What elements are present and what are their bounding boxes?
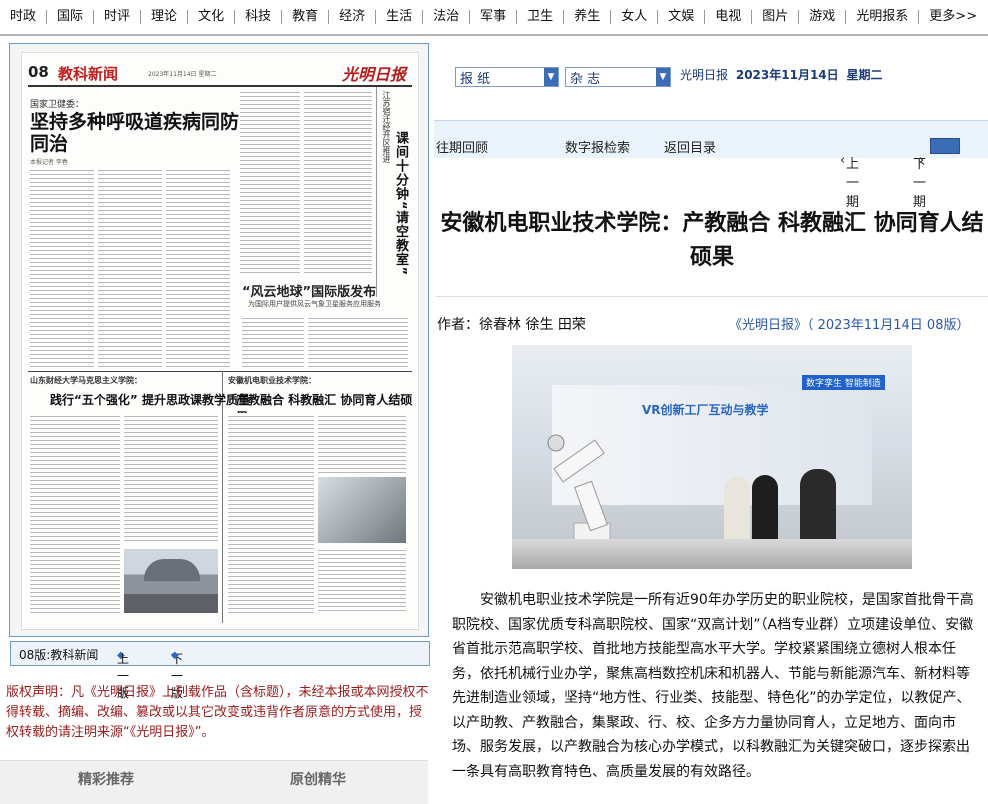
nav-item-lilun[interactable]: 理论 (141, 10, 189, 24)
chevron-down-icon: ▼ (544, 68, 558, 86)
nav-item-shizheng[interactable]: 时政 (0, 10, 48, 24)
paper-article3-kicker: 安徽机电职业技术学院： (228, 376, 316, 385)
paper-article2-headline[interactable]: 践行“五个强化” 提升思政课教学质量 (50, 391, 250, 408)
paper-date-line: 2023年11月14日 星期二 (148, 71, 217, 78)
paper-lead-headline[interactable]: 坚持多种呼吸道疾病同防同治 (30, 111, 240, 155)
article-author: 作者：徐春林 徐生 田荣 (437, 317, 586, 333)
article-body: 安徽机电职业技术学院是一所有近90年办学历史的职业院校，是国家首批骨干高职院校、… (452, 592, 974, 780)
paper-divider (28, 371, 412, 372)
nav-item-jingji[interactable]: 经济 (329, 10, 377, 24)
triangle-right-icon: ◆ (171, 650, 179, 661)
tab-original[interactable]: 原创精华 (290, 769, 346, 789)
paper-text-block[interactable] (242, 315, 304, 367)
paper-side-column[interactable]: 江苏宿迁经开区推进 课间十分钟“请空教室” (376, 87, 413, 297)
copyright-notice: 版权声明：凡《光明日报》上刊载作品（含标题），未经本报或本网授权不得转载、摘编、… (6, 685, 429, 740)
tab-featured[interactable]: 精彩推荐 (78, 769, 134, 789)
nav-item-shiping[interactable]: 时评 (94, 10, 142, 24)
paper-page-header: 08 教科新闻 2023年11月14日 星期二 光明日报 (28, 59, 412, 87)
nav-item-nvren[interactable]: 女人 (611, 10, 659, 24)
nav-item-youxi[interactable]: 游戏 (799, 10, 847, 24)
past-issues-link[interactable]: 往期回顾 (436, 137, 488, 156)
nav-item-more[interactable]: 更多>> (919, 10, 987, 24)
nav-item-wenhua[interactable]: 文化 (188, 10, 236, 24)
paper-text-block[interactable] (318, 413, 406, 473)
paper-page-number: 08 (28, 63, 49, 81)
edition-name: 光明日报 (680, 68, 729, 82)
magazine-select-value: 杂 志 (570, 72, 601, 87)
paper-text-block[interactable] (240, 89, 300, 275)
back-to-index-link[interactable]: 返回目录 (664, 137, 716, 156)
chevron-down-icon: ▼ (656, 68, 670, 86)
calendar-icon[interactable] (930, 138, 960, 154)
paper-page-image[interactable]: 08 教科新闻 2023年11月14日 星期二 光明日报 国家卫健委： 坚持多种… (21, 52, 419, 630)
paper-column-rule (222, 371, 223, 623)
paper-logo: 光明日报 (341, 65, 406, 84)
nav-item-baoxi[interactable]: 光明报系 (846, 10, 920, 24)
paper-article2-kicker: 山东财经大学马克思主义学院： (30, 376, 142, 385)
search-link[interactable]: 数字报检索 (565, 137, 630, 156)
paper-page-panel: 08 教科新闻 2023年11月14日 星期二 光明日报 国家卫健委： 坚持多种… (9, 43, 429, 637)
nav-item-dianshi[interactable]: 电视 (705, 10, 753, 24)
paper-text-block[interactable] (228, 413, 314, 613)
edition-info: 光明日报 2023年11月14日 星期二 (680, 66, 883, 83)
photo-person (724, 477, 750, 547)
paper-section-name: 教科新闻 (58, 65, 119, 83)
paper-text-block[interactable] (30, 413, 120, 613)
paper-campus-photo (124, 549, 218, 613)
photo-person (800, 469, 836, 547)
prev-issue-label: 上一期 (846, 157, 860, 210)
paper-text-block[interactable] (166, 167, 230, 367)
edition-date: 2023年11月14日 (735, 68, 839, 82)
paper-text-block[interactable] (98, 167, 162, 367)
chevron-left-icon: ‹ (840, 153, 846, 168)
paper-text-block[interactable] (318, 547, 406, 613)
paper-sub-deck: 为国际用户提供风云气象卫星服务应用服务 (248, 300, 381, 308)
photo-sign-2: 数字孪生 智能制造 (802, 375, 885, 390)
edition-toolbar: 往期回顾 数字报检索 返回目录 ‹ 上一期 下一期 › (434, 120, 988, 210)
article-source[interactable]: 《光明日报》（ 2023年11月14日 08版） (729, 314, 969, 333)
nav-item-wenyu[interactable]: 文娱 (658, 10, 706, 24)
paper-side-headline: 课间十分钟“请空教室” (393, 131, 408, 277)
paper-robot-photo (318, 477, 406, 543)
recommend-tabs: 精彩推荐 原创精华 (0, 760, 428, 804)
paper-text-block[interactable] (308, 315, 408, 367)
top-nav: 时政 国际 时评 理论 文化 科技 教育 经济 生活 法治 军事 卫生 养生 女… (0, 0, 988, 36)
paper-text-block[interactable] (30, 167, 94, 367)
nav-item-weisheng[interactable]: 卫生 (517, 10, 565, 24)
photo-workbench (512, 539, 912, 569)
chevron-right-icon: › (919, 153, 925, 168)
article-title: 安徽机电职业技术学院：产教融合 科教融汇 协同育人结硕果 (440, 211, 984, 270)
nav-item-shenghuo[interactable]: 生活 (376, 10, 424, 24)
nav-item-yangsheng[interactable]: 养生 (564, 10, 612, 24)
nav-item-jiaoyu[interactable]: 教育 (282, 10, 330, 24)
paper-select[interactable]: 报 纸 ▼ (455, 67, 559, 87)
paper-lead-kicker: 国家卫健委： (30, 100, 85, 110)
nav-item-guoji[interactable]: 国际 (47, 10, 95, 24)
photo-person (752, 475, 778, 547)
magazine-select[interactable]: 杂 志 ▼ (565, 67, 671, 87)
paper-text-block[interactable] (124, 413, 218, 543)
paper-text-block[interactable] (304, 89, 372, 275)
paper-sub-headline[interactable]: “风云地球”国际版发布 (242, 281, 376, 300)
top-nav-list: 时政 国际 时评 理论 文化 科技 教育 经济 生活 法治 军事 卫生 养生 女… (0, 0, 988, 34)
title-divider (436, 296, 988, 297)
photo-sign: VR创新工厂互动与教学 (642, 403, 769, 417)
nav-item-fazhi[interactable]: 法治 (423, 10, 471, 24)
nav-item-tupian[interactable]: 图片 (752, 10, 800, 24)
edition-weekday: 星期二 (846, 68, 883, 82)
paper-lead-byline: 本报记者 李春 (30, 159, 68, 166)
nav-item-junshi[interactable]: 军事 (470, 10, 518, 24)
paper-select-value: 报 纸 (460, 72, 491, 87)
article-photo: VR创新工厂互动与教学 数字孪生 智能制造 (512, 345, 912, 569)
paper-page-nav: 08版:教科新闻 ◆ 上一版 下一版 ◆ (10, 641, 430, 700)
nav-item-keji[interactable]: 科技 (235, 10, 283, 24)
current-page-label: 08版:教科新闻 (19, 648, 99, 662)
